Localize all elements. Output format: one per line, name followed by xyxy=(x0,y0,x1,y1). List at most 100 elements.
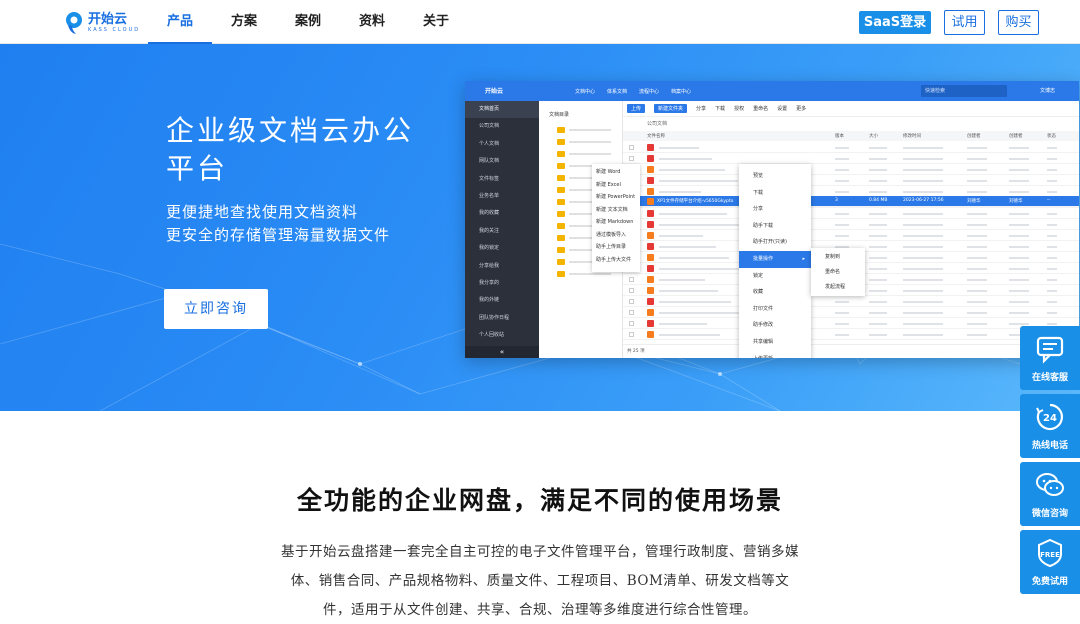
app-context-menu-item: 下载 xyxy=(739,185,811,202)
row-text-placeholder xyxy=(869,334,887,336)
row-text-placeholder xyxy=(835,191,849,193)
row-text-placeholder xyxy=(869,246,887,248)
row-text-placeholder xyxy=(1009,169,1029,171)
row-text-placeholder xyxy=(1047,323,1057,325)
hotline-button[interactable]: 24 热线电话 xyxy=(1020,394,1080,458)
app-submenu-item: 发起流程 xyxy=(825,284,846,290)
app-tab: 档案中心 xyxy=(671,88,692,95)
file-type-icon xyxy=(647,254,654,261)
row-text-placeholder xyxy=(835,169,849,171)
row-text-placeholder xyxy=(835,180,849,182)
tree-label-placeholder xyxy=(569,273,611,275)
row-text-placeholder xyxy=(659,301,731,303)
row-text-placeholder xyxy=(1047,301,1057,303)
file-type-icon xyxy=(647,144,654,151)
nav-cases[interactable]: 案例 xyxy=(276,0,340,44)
row-text-placeholder xyxy=(1047,180,1057,182)
row-text-placeholder xyxy=(659,257,729,259)
app-toolbar-item: 上传 xyxy=(627,104,646,113)
file-type-icon xyxy=(647,276,654,283)
row-text-placeholder xyxy=(659,334,720,336)
nav-solutions[interactable]: 方案 xyxy=(212,0,276,44)
trial-button[interactable]: 试用 xyxy=(944,10,985,35)
app-file-row xyxy=(623,329,1079,340)
row-text-placeholder xyxy=(1047,213,1057,215)
row-text-placeholder xyxy=(1009,147,1029,149)
folder-icon xyxy=(557,247,565,253)
file-type-icon xyxy=(647,166,654,173)
row-text-placeholder xyxy=(903,334,943,336)
tree-label-placeholder xyxy=(569,141,611,143)
row-text-placeholder xyxy=(835,312,849,314)
hero-banner: 企业级文档云办公平台 更便捷地查找使用文档资料 更安全的存储管理海量数据文件 立… xyxy=(0,44,1080,411)
row-text-placeholder xyxy=(1047,235,1057,237)
app-sidebar-item: 我的锁定 xyxy=(479,245,500,252)
row-text-placeholder xyxy=(1047,268,1057,270)
row-text-placeholder xyxy=(1047,158,1057,160)
app-file-row xyxy=(623,230,1079,241)
app-context-menu-item: 锁定 xyxy=(739,268,811,285)
folder-icon xyxy=(557,151,565,157)
app-row-version: 3 xyxy=(835,198,838,203)
app-row-status: -- xyxy=(1047,198,1051,203)
row-text-placeholder xyxy=(835,158,849,160)
app-toolbar-item: 新建文件夹 xyxy=(654,104,688,113)
app-sidebar-item: 网队文档 xyxy=(479,158,500,165)
app-grid-header-cell: 文件名称 xyxy=(647,134,665,139)
row-text-placeholder xyxy=(1047,290,1057,292)
free-badge-text: FREE xyxy=(1040,551,1060,559)
file-type-icon xyxy=(647,155,654,162)
app-file-row xyxy=(623,296,1079,307)
app-file-row xyxy=(623,318,1079,329)
brand-logo[interactable]: 开始云 KASS CLOUD xyxy=(64,9,154,37)
free-trial-button[interactable]: FREE 免费试用 xyxy=(1020,530,1080,594)
row-text-placeholder xyxy=(1009,224,1029,226)
hero-subtitle-line: 更安全的存储管理海量数据文件 xyxy=(166,226,391,244)
online-service-button[interactable]: 在线客服 xyxy=(1020,326,1080,390)
file-type-icon xyxy=(647,188,654,195)
app-new-menu-item: 新建 Excel xyxy=(596,181,621,188)
row-text-placeholder xyxy=(967,147,987,149)
row-text-placeholder xyxy=(967,191,987,193)
nav-resources[interactable]: 资料 xyxy=(340,0,404,44)
saas-login-button[interactable]: SaaS登录 xyxy=(859,11,931,34)
row-text-placeholder xyxy=(835,334,849,336)
main-nav: 产品 方案 案例 资料 关于 xyxy=(148,0,468,44)
section-description: 基于开始云盘搭建一套完全自主可控的电子文件管理平台，管理行政制度、营销多媒体、销… xyxy=(281,544,799,618)
row-text-placeholder xyxy=(659,180,738,182)
buy-button[interactable]: 购买 xyxy=(998,10,1039,35)
row-text-placeholder xyxy=(903,147,943,149)
nav-about[interactable]: 关于 xyxy=(404,0,468,44)
row-text-placeholder xyxy=(1009,323,1029,325)
folder-icon xyxy=(557,259,565,265)
app-file-row xyxy=(623,219,1079,230)
app-context-menu-item: 助手下载 xyxy=(739,218,811,235)
app-context-menu-label: 预览 xyxy=(753,173,764,179)
app-context-menu-label: 批量操作 xyxy=(753,255,774,262)
app-grid-header-cell: 版本 xyxy=(835,134,844,139)
row-text-placeholder xyxy=(967,257,987,259)
app-new-menu-item: 新建 PowerPoint xyxy=(596,194,636,200)
row-text-placeholder xyxy=(967,235,987,237)
row-text-placeholder xyxy=(903,312,943,314)
file-type-icon xyxy=(647,320,654,327)
hero-subtitle-line: 更便捷地查找使用文档资料 xyxy=(166,203,359,221)
app-sidebar-item: 我的关注 xyxy=(479,227,500,234)
app-context-menu-item: 助手打开(只读) xyxy=(739,234,811,251)
logo-subtext: KASS CLOUD xyxy=(88,27,141,33)
row-text-placeholder xyxy=(903,180,943,182)
nav-product[interactable]: 产品 xyxy=(148,0,212,44)
consult-now-button[interactable]: 立即咨询 xyxy=(164,289,268,329)
row-text-placeholder xyxy=(903,169,943,171)
row-text-placeholder xyxy=(835,301,849,303)
app-context-menu-label: 上传更新 xyxy=(753,356,773,358)
row-text-placeholder xyxy=(903,268,943,270)
app-toolbar-item: 更多 xyxy=(796,106,807,112)
row-text-placeholder xyxy=(869,147,887,149)
folder-icon xyxy=(557,163,565,169)
row-text-placeholder xyxy=(903,246,943,248)
row-text-placeholder xyxy=(1009,279,1029,281)
row-text-placeholder xyxy=(967,334,987,336)
row-text-placeholder xyxy=(1047,147,1057,149)
row-text-placeholder xyxy=(1047,224,1057,226)
